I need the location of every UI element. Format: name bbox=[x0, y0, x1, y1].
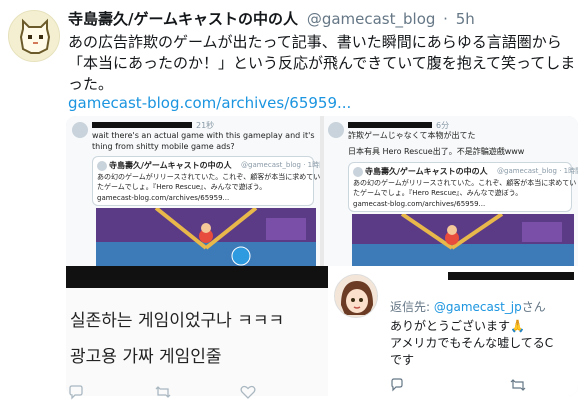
quote-avatar bbox=[353, 167, 363, 177]
cat-pixel-avatar-icon bbox=[9, 11, 59, 61]
quote-link: gamecast-blog.com/archives/65959... bbox=[353, 200, 486, 208]
quote-card: 寺島壽久/ゲームキャストの中の人 @gamecast_blog · 1時間 あの… bbox=[348, 162, 578, 212]
reply-button[interactable] bbox=[68, 384, 84, 404]
korean-line1: 실존하는 게임이었구나 ㅋㅋㅋ bbox=[70, 311, 285, 331]
hero-rescue-game-image bbox=[96, 208, 316, 266]
quote-author: 寺島壽久/ゲームキャストの中の人 bbox=[109, 161, 232, 170]
tweet-card[interactable]: 寺島壽久/ゲームキャストの中の人 @gamecast_blog · 5h あの広… bbox=[0, 0, 586, 407]
mini-line1: wait there's an actual game with this ga… bbox=[92, 131, 316, 140]
mini-line2: 日本有具 Hero Rescue出了。不是詐騙遊戲www bbox=[348, 147, 525, 156]
reply-mention: @gamecast_jp bbox=[433, 300, 522, 314]
quote-author: 寺島壽久/ゲームキャストの中の人 bbox=[365, 167, 488, 176]
reply-prefix: 返信先: bbox=[390, 300, 434, 314]
redaction-bar bbox=[92, 122, 192, 128]
mini-avatar bbox=[72, 122, 88, 138]
tweet-media[interactable]: 21秒 wait there's an actual game with thi… bbox=[66, 116, 578, 396]
korean-line2: 광고용 가짜 게임인줄 bbox=[70, 347, 222, 367]
reply-line3: です bbox=[390, 353, 415, 367]
mini-line2: thing from shitty mobile game ads? bbox=[92, 142, 235, 151]
user-handle[interactable]: @gamecast_blog bbox=[307, 10, 436, 28]
tweet-text: あの広告詐欺のゲームが出たって記事、書いた瞬間にあらゆる言語圏から「本当にあった… bbox=[68, 33, 576, 93]
reply-to-label: 返信先: @gamecast_jpさん bbox=[390, 298, 546, 315]
reply-suffix: さん bbox=[521, 300, 546, 314]
reply-line2: アメリカでもそんな嘘してるC bbox=[390, 336, 554, 350]
hero-rescue-game-image bbox=[352, 214, 574, 266]
mini-avatar bbox=[328, 122, 344, 138]
quote-link: gamecast-blog.com/archives/65959... bbox=[97, 194, 230, 202]
quote-handle: @gamecast_blog · 1時間 bbox=[497, 167, 578, 175]
avatar[interactable] bbox=[8, 10, 60, 62]
quote-avatar bbox=[97, 161, 107, 171]
display-name[interactable]: 寺島壽久/ゲームキャストの中の人 bbox=[68, 10, 298, 28]
game-screenshot bbox=[352, 214, 574, 266]
reply-line1: ありがとうございます🙏 bbox=[390, 319, 525, 333]
redaction-bar bbox=[348, 122, 432, 128]
quote-text2: たゲームでしょ。『Hero Rescue』、みんなで遊ぼう。 bbox=[353, 189, 523, 197]
retweet-button[interactable] bbox=[154, 384, 172, 404]
mini-line1: 詐欺ゲームじゃなくて本物が出てた bbox=[348, 131, 476, 140]
game-screenshot bbox=[96, 208, 316, 266]
quote-handle: @gamecast_blog · 1時間 bbox=[241, 161, 320, 169]
separator-dot: · bbox=[443, 10, 448, 28]
tweet-timestamp[interactable]: 5h bbox=[456, 10, 475, 28]
like-button[interactable] bbox=[240, 384, 256, 404]
screenshot-japanese-reply: 返信先: @gamecast_jpさん ありがとうございます🙏 アメリカでもそん… bbox=[328, 266, 578, 396]
screenshot-korean-comment: 실존하는 게임이었구나 ㅋㅋㅋ 광고용 가짜 게임인줄 bbox=[66, 266, 328, 396]
screenshot-english-tweet: 21秒 wait there's an actual game with thi… bbox=[66, 116, 320, 266]
quote-text2: たゲームでしょ。『Hero Rescue』、みんなで遊ぼう。 bbox=[97, 183, 267, 191]
redaction-bar bbox=[448, 272, 574, 280]
retweet-icon bbox=[155, 386, 171, 398]
quote-card: 寺島壽久/ゲームキャストの中の人 @gamecast_blog · 1時間 あの… bbox=[92, 156, 320, 206]
tweet-action-bar bbox=[68, 384, 578, 404]
reply-avatar bbox=[334, 274, 378, 318]
heart-icon bbox=[240, 385, 256, 399]
screenshot-chinese-tweet: 6分 詐欺ゲームじゃなくて本物が出てた 日本有具 Hero Rescue出了。不… bbox=[324, 116, 578, 266]
anime-girl-avatar-icon bbox=[335, 275, 377, 317]
redaction-bar bbox=[66, 266, 328, 288]
tweet-header: 寺島壽久/ゲームキャストの中の人 @gamecast_blog · 5h bbox=[68, 8, 475, 29]
tweet-link[interactable]: gamecast-blog.com/archives/65959... bbox=[68, 94, 351, 112]
speech-bubble-icon bbox=[69, 385, 83, 400]
reply-body: ありがとうございます🙏 アメリカでもそんな嘘してるC です bbox=[390, 318, 576, 369]
